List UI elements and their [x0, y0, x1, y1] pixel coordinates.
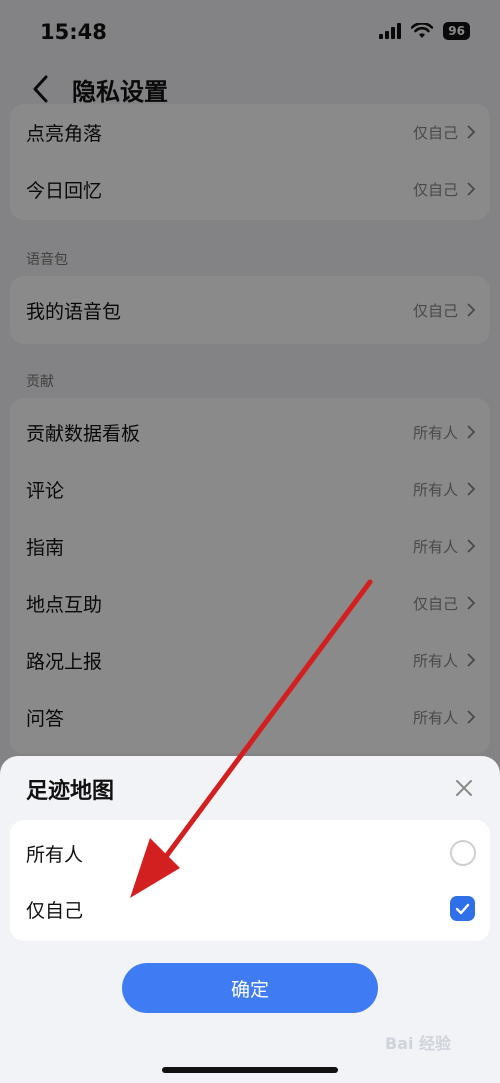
option-only-me-label[interactable]: 仅自己 — [26, 896, 83, 923]
option-everyone-radio[interactable] — [450, 840, 476, 866]
home-indicator — [162, 1067, 338, 1073]
sheet-title: 足迹地图 — [26, 779, 115, 804]
close-icon[interactable] — [452, 776, 476, 800]
option-only-me-checkbox[interactable] — [450, 896, 475, 921]
confirm-button[interactable]: 确定 — [122, 963, 378, 1013]
watermark-logo: Bai 经验 — [385, 1034, 452, 1053]
checkmark-icon — [455, 903, 470, 915]
option-everyone-label[interactable]: 所有人 — [26, 840, 83, 867]
